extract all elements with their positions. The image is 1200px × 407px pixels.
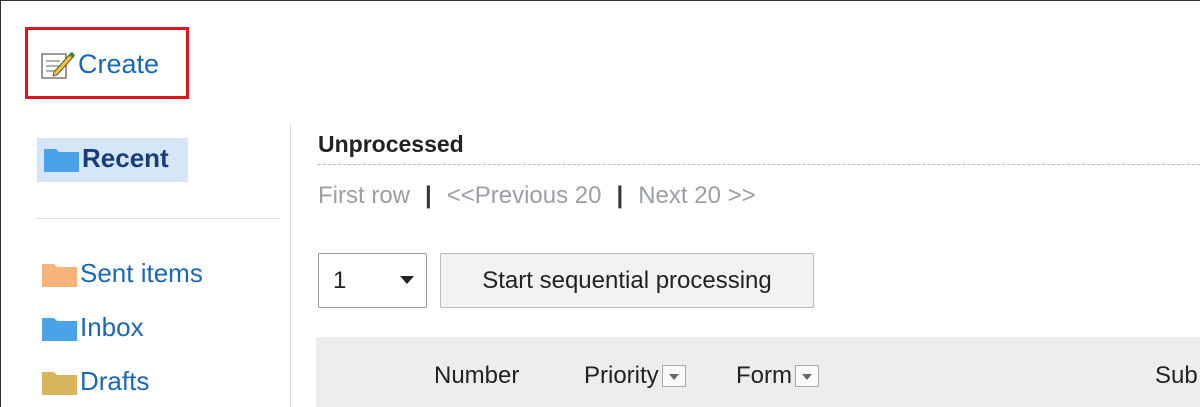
- page-title: Unprocessed: [318, 131, 464, 157]
- sidebar-item-inbox[interactable]: Inbox: [41, 312, 144, 343]
- column-number[interactable]: Number: [434, 362, 519, 390]
- chevron-down-icon: [400, 276, 414, 284]
- column-label: Number: [434, 362, 520, 389]
- first-row-link[interactable]: First row: [318, 182, 410, 210]
- folder-icon: [41, 314, 78, 342]
- sort-dropdown-icon[interactable]: [795, 365, 819, 387]
- sidebar-item-label: Drafts: [80, 366, 150, 396]
- sidebar-item-label: Recent: [82, 143, 169, 173]
- sort-dropdown-icon[interactable]: [661, 365, 686, 387]
- sidebar-divider: [37, 218, 280, 219]
- column-form[interactable]: Form: [736, 362, 819, 390]
- column-priority[interactable]: Priority: [584, 362, 686, 390]
- sidebar-item-drafts[interactable]: Drafts: [41, 366, 149, 397]
- previous-20-link[interactable]: <<Previous 20: [447, 182, 602, 210]
- start-sequential-processing-button[interactable]: Start sequential processing: [440, 253, 814, 308]
- pager-separator: |: [425, 182, 432, 209]
- pager-separator: |: [616, 182, 624, 209]
- count-select[interactable]: 1: [318, 253, 427, 308]
- sidebar-item-recent[interactable]: Recent: [43, 143, 169, 174]
- pager: First row | <<Previous 20 | Next 20 >>: [318, 182, 756, 210]
- create-label: Create: [78, 48, 160, 79]
- column-divider: [290, 124, 291, 407]
- folder-icon: [43, 145, 80, 173]
- title-underline: [318, 164, 1200, 165]
- column-subject[interactable]: Sub: [1155, 362, 1198, 390]
- folder-icon: [41, 260, 78, 288]
- folder-icon: [41, 368, 78, 396]
- next-20-link[interactable]: Next 20 >>: [638, 182, 755, 210]
- sidebar-item-label: Sent items: [80, 258, 203, 288]
- create-icon: [41, 52, 75, 79]
- column-label: Priority: [584, 362, 659, 389]
- create-link[interactable]: Create: [38, 48, 159, 80]
- sidebar-item-sent-items[interactable]: Sent items: [41, 258, 203, 289]
- column-label: Sub: [1155, 362, 1198, 389]
- sidebar-item-label: Inbox: [80, 312, 144, 342]
- column-label: Form: [736, 362, 792, 389]
- count-select-value: 1: [333, 266, 347, 294]
